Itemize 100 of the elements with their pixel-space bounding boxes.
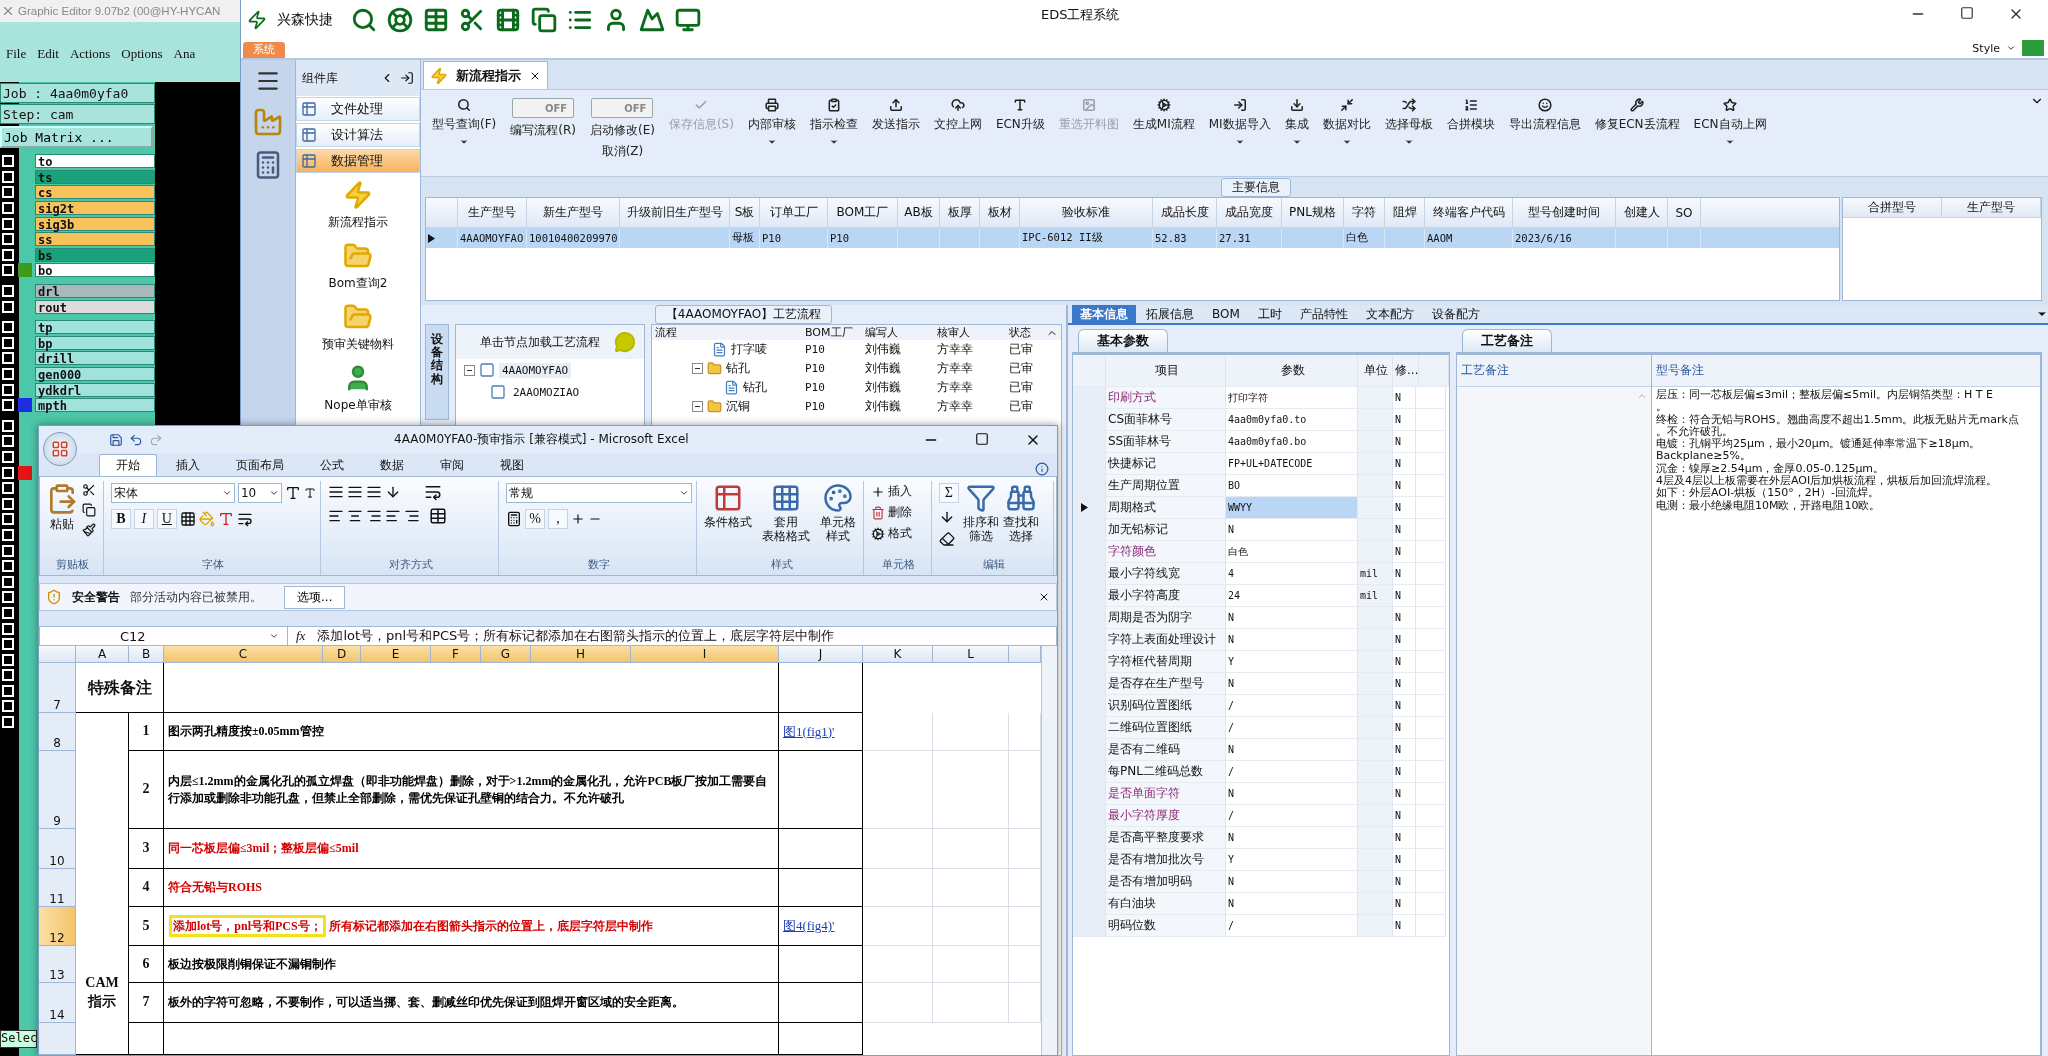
cell-action-button[interactable]: 格式 bbox=[871, 525, 913, 542]
layer-name[interactable]: drl bbox=[35, 284, 155, 299]
formula-field[interactable]: 添加lot号，pnl号和PCS号；所有标记都添加在右图箭头指示的位置上，底层字符层中制作 bbox=[305, 627, 835, 645]
row-header[interactable]: 8 bbox=[39, 713, 76, 751]
layer-checkbox[interactable] bbox=[2, 591, 14, 604]
align-center-icon[interactable] bbox=[346, 508, 363, 524]
toolbar-icon[interactable] bbox=[351, 7, 377, 33]
row-header[interactable]: 12 bbox=[39, 907, 76, 946]
parameter-value[interactable]: N bbox=[1226, 607, 1358, 629]
parameter-value[interactable]: 24 bbox=[1226, 585, 1358, 607]
parameter-value[interactable]: N bbox=[1226, 893, 1358, 915]
paste-button[interactable]: 粘贴 bbox=[46, 483, 78, 532]
layer-name[interactable]: gen000 bbox=[35, 367, 155, 381]
menu-item[interactable]: Edit bbox=[37, 46, 59, 62]
toolbar-icon[interactable] bbox=[387, 7, 413, 33]
layer-name[interactable]: ss bbox=[35, 232, 155, 247]
row-header[interactable]: 9 bbox=[39, 751, 76, 829]
toolbar-button[interactable]: 导出流程信息 bbox=[1501, 94, 1588, 137]
parameter-value[interactable]: / bbox=[1226, 915, 1358, 937]
layer-checkbox[interactable] bbox=[2, 336, 14, 349]
column-header[interactable]: C bbox=[164, 646, 323, 663]
layer-checkbox[interactable] bbox=[2, 352, 14, 365]
row-header[interactable]: 10 bbox=[39, 829, 76, 869]
nav-item[interactable]: 文件处理 bbox=[296, 97, 420, 121]
module-label[interactable]: 新流程指示 bbox=[328, 214, 388, 231]
fill-color-icon[interactable] bbox=[198, 511, 215, 527]
figure-link[interactable]: 图1(fig1)' bbox=[783, 722, 835, 741]
border-icon[interactable] bbox=[179, 511, 196, 527]
parameter-value[interactable]: WWYY bbox=[1226, 497, 1358, 519]
row-header[interactable]: 13 bbox=[39, 946, 76, 983]
column-header[interactable]: 生产型号 bbox=[1942, 198, 2041, 218]
layer-checkbox[interactable] bbox=[2, 716, 14, 729]
function-button[interactable]: fx bbox=[296, 628, 306, 644]
toolbar-button[interactable]: 文控上网 bbox=[926, 94, 989, 137]
layer-checkbox[interactable] bbox=[2, 575, 14, 588]
layer-checkbox[interactable] bbox=[2, 300, 14, 313]
layer-checkbox[interactable] bbox=[2, 155, 14, 168]
layer-name[interactable]: ts bbox=[35, 169, 155, 184]
grow-font-icon[interactable] bbox=[284, 485, 301, 501]
number-format-field[interactable]: 常规 bbox=[506, 483, 693, 503]
parameter-value[interactable]: / bbox=[1226, 695, 1358, 717]
parameter-value[interactable]: 4 bbox=[1226, 563, 1358, 585]
layer-checkbox[interactable] bbox=[2, 248, 14, 261]
column-header[interactable]: K bbox=[863, 646, 933, 663]
dock-icon[interactable] bbox=[400, 71, 414, 85]
layer-checkbox[interactable] bbox=[2, 285, 14, 298]
font-style-button[interactable]: I bbox=[133, 509, 154, 529]
toolbar-button[interactable]: 型号查询(F) bbox=[425, 94, 504, 151]
collapse-toggle[interactable] bbox=[692, 363, 703, 374]
toolbar-icon[interactable] bbox=[675, 7, 701, 33]
tab[interactable]: 基本信息 bbox=[1072, 305, 1136, 323]
layer-name[interactable]: cs bbox=[35, 185, 155, 200]
undo-icon[interactable] bbox=[129, 432, 143, 447]
table-row[interactable]: 4AAOMOYFAO 10010400209970 母板 P10 P10 IPC-6012 II级 52.83 27.31 白色 AAOM 2023/6/16 bbox=[426, 228, 1839, 248]
layer-checkbox[interactable] bbox=[2, 622, 14, 635]
caret-icon[interactable] bbox=[459, 137, 470, 147]
layer-checkbox[interactable] bbox=[2, 653, 14, 666]
caret-icon[interactable] bbox=[1725, 137, 1736, 147]
job-matrix-button[interactable]: Job Matrix ... bbox=[0, 126, 153, 148]
layer-name[interactable]: sig3b bbox=[35, 216, 155, 231]
save-icon[interactable] bbox=[109, 432, 123, 447]
column-header[interactable]: I bbox=[631, 646, 779, 663]
column-header[interactable]: 修... bbox=[1393, 355, 1420, 387]
layer-name[interactable]: to bbox=[35, 154, 155, 169]
layer-checkbox[interactable] bbox=[2, 419, 14, 432]
toolbar-icon[interactable] bbox=[495, 7, 521, 33]
layer-name[interactable]: drill bbox=[35, 351, 155, 366]
clear-icon[interactable] bbox=[938, 531, 955, 547]
layer-name[interactable]: tp bbox=[35, 320, 155, 335]
toolbar-button[interactable]: 修复ECN丢流程 bbox=[1587, 94, 1687, 137]
toolbar-label[interactable]: 启动修改(E) bbox=[589, 122, 655, 139]
menu-item[interactable]: File bbox=[6, 46, 27, 62]
column-header[interactable]: BOM工厂 bbox=[805, 325, 853, 340]
toolbar-icon[interactable] bbox=[639, 7, 665, 33]
maximize-icon[interactable] bbox=[975, 431, 989, 446]
style-button[interactable]: 条件格式 bbox=[704, 483, 753, 530]
toolbar-button[interactable]: 数据对比 bbox=[1315, 94, 1378, 151]
layer-checkbox[interactable] bbox=[2, 684, 14, 697]
column-header[interactable]: 流程 bbox=[655, 325, 677, 340]
wrap-text-icon[interactable] bbox=[423, 483, 442, 501]
style-button[interactable]: 套用 表格格式 bbox=[762, 483, 811, 544]
parameter-value[interactable]: 4aa0m0yfa0.to bbox=[1226, 409, 1358, 431]
layer-checkbox[interactable] bbox=[2, 217, 14, 230]
layer-checkbox[interactable] bbox=[2, 638, 14, 651]
collapse-toggle[interactable] bbox=[692, 401, 703, 412]
layer-checkbox[interactable] bbox=[2, 560, 14, 573]
number-format-button[interactable]: % bbox=[525, 509, 546, 529]
toolbar-button[interactable]: 内部审核 bbox=[740, 94, 803, 151]
help-icon[interactable] bbox=[1035, 462, 1049, 476]
parameter-value[interactable]: N bbox=[1226, 739, 1358, 761]
parameter-value[interactable]: BO bbox=[1226, 475, 1358, 497]
layer-name[interactable]: sig2t bbox=[35, 201, 155, 216]
number-format-button[interactable]: , bbox=[548, 509, 569, 529]
process-name[interactable]: 钻孔 bbox=[743, 379, 767, 396]
layer-checkbox[interactable] bbox=[2, 186, 14, 199]
layer-name[interactable]: bp bbox=[35, 335, 155, 350]
layer-checkbox[interactable] bbox=[2, 399, 14, 412]
toolbar-label[interactable]: 编写流程(R) bbox=[510, 122, 576, 139]
parameter-value[interactable]: N bbox=[1226, 519, 1358, 541]
align-right-icon[interactable] bbox=[365, 508, 382, 524]
